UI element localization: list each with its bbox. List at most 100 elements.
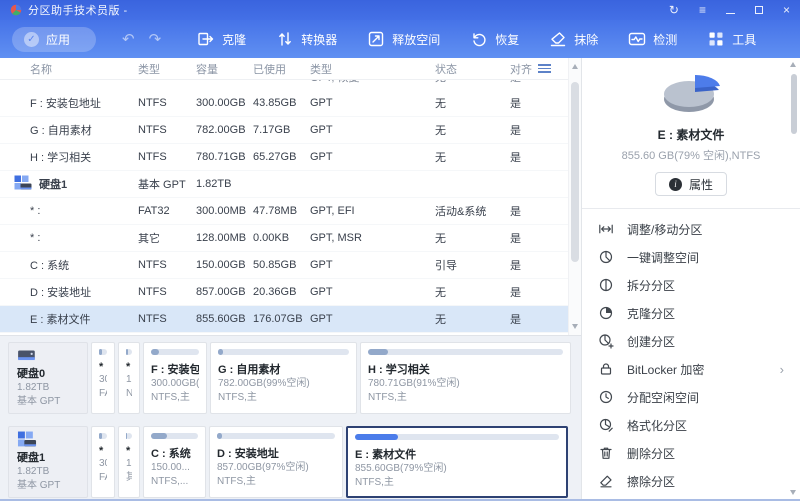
usage-bar-fill — [217, 433, 222, 439]
free-space-icon — [367, 30, 385, 48]
table-row[interactable]: * :NTFS16.00GB480.56MBGPT, 恢复无是 — [0, 80, 581, 90]
scroll-down-icon[interactable] — [572, 324, 578, 329]
column-header: 已使用 — [253, 61, 310, 77]
scroll-down-icon[interactable] — [790, 490, 796, 495]
properties-button[interactable]: i 属性 — [655, 172, 727, 196]
table-cell: 857.00GB — [196, 286, 253, 298]
menu-item[interactable]: BitLocker 加密 › — [582, 355, 800, 383]
panel-scrollbar[interactable] — [790, 60, 798, 497]
menu-item[interactable]: 一键调整空间 — [582, 243, 800, 271]
menu-item-label: 删除分区 — [627, 445, 675, 462]
toolbar-button[interactable]: 抹除 — [549, 30, 598, 48]
table-row[interactable]: * :其它128.00MB0.00KBGPT, MSR无是 — [0, 225, 581, 252]
toolbar-button[interactable]: 检测 — [628, 30, 677, 48]
right-panel: E : 素材文件 855.60 GB(79% 空闲),NTFS i 属性 调整/… — [582, 58, 800, 499]
scroll-thumb[interactable] — [791, 74, 797, 134]
toolbar-button[interactable]: 工具 — [707, 30, 756, 48]
scroll-up-icon[interactable] — [790, 62, 796, 67]
table-cell: 65.27GB — [253, 151, 310, 163]
cell-text: GPT — [310, 259, 333, 271]
menu-item-label: 创建分区 — [627, 333, 675, 350]
partition-fs: NTFS,主 — [218, 391, 349, 405]
table-scrollbar[interactable] — [568, 58, 581, 335]
list-view-icon[interactable] — [538, 64, 551, 75]
toolbar-button-label: 恢复 — [495, 31, 519, 48]
table-cell: GPT — [310, 97, 435, 109]
usage-bar-fill — [99, 349, 102, 355]
partition-block[interactable]: * :128...其... — [118, 426, 140, 498]
partition-block[interactable]: E : 素材文件855.60GB(79%空闲)NTFS,主 — [346, 426, 568, 498]
table-cell: 43.85GB — [253, 97, 310, 109]
partition-block[interactable]: * :300...FAT... — [91, 426, 115, 498]
table-row[interactable]: D : 安装地址NTFS857.00GB20.36GBGPT无是 — [0, 279, 581, 306]
table-row[interactable]: H : 学习相关NTFS780.71GB65.27GBGPT无是 — [0, 144, 581, 171]
scroll-up-icon[interactable] — [572, 64, 578, 69]
menu-item[interactable]: 创建分区 — [582, 327, 800, 355]
chevron-right-icon: › — [780, 362, 784, 377]
menu-item[interactable]: 拆分分区 — [582, 271, 800, 299]
partition-label: H : 学习相关 — [368, 361, 563, 377]
table-cell: 引导 — [435, 257, 510, 273]
partition-block[interactable]: F : 安装包地址300.00GB(85%..NTFS,主 — [143, 342, 207, 414]
table-cell: 150.00GB — [196, 259, 253, 271]
partition-assistant-window: 分区助手技术员版 - ↻ ≡ × ✓ 应用 ↶ ↷ 克隆转换器释放空间恢复抹除检… — [0, 0, 800, 501]
partition-block[interactable]: * :16...NTF... — [118, 342, 140, 414]
undo-icon[interactable]: ↶ — [122, 30, 135, 48]
cell-text: 无 — [435, 152, 446, 164]
menu-item[interactable]: 软件迁移功能 — [582, 495, 800, 501]
usage-bar — [217, 433, 335, 439]
menu-item-label: 调整/移动分区 — [627, 221, 702, 238]
maximize-icon[interactable] — [755, 4, 763, 16]
disk-card[interactable]: 硬盘11.82TB基本 GPT — [8, 426, 88, 498]
create-partition-icon — [598, 333, 614, 349]
table-cell: * : — [0, 232, 138, 244]
menu-item[interactable]: 格式化分区 — [582, 411, 800, 439]
redo-icon[interactable]: ↷ — [149, 30, 162, 48]
table-row[interactable]: * :FAT32300.00MB47.78MBGPT, EFI活动&系统是 — [0, 198, 581, 225]
toolbar-button[interactable]: 克隆 — [197, 30, 246, 48]
menu-item[interactable]: 删除分区 — [582, 439, 800, 467]
minimize-icon[interactable] — [726, 4, 735, 16]
partition-block[interactable]: C : 系统150.00...NTFS,... — [143, 426, 206, 498]
check-circle-icon: ✓ — [24, 32, 39, 47]
usage-bar — [126, 433, 132, 439]
table-row[interactable]: C : 系统NTFS150.00GB50.85GBGPT引导是 — [0, 252, 581, 279]
close-icon[interactable]: × — [783, 4, 790, 16]
cell-text: 20.36GB — [253, 286, 296, 298]
menu-item[interactable]: 擦除分区 — [582, 467, 800, 495]
table-cell: C : 系统 — [0, 257, 138, 273]
table-row[interactable]: 硬盘1基本 GPT1.82TB — [0, 171, 581, 198]
menu-item[interactable]: 调整/移动分区 — [582, 215, 800, 243]
table-cell: 无 — [435, 149, 510, 165]
table-row[interactable]: E : 素材文件NTFS855.60GB176.07GBGPT无是 — [0, 306, 581, 333]
scroll-thumb[interactable] — [571, 82, 579, 262]
menu-item-label: BitLocker 加密 — [627, 361, 704, 378]
menu-icon[interactable]: ≡ — [699, 4, 706, 16]
partition-block[interactable]: D : 安装地址857.00GB(97%空闲)NTFS,主 — [209, 426, 343, 498]
partition-table: 名称类型容量已使用类型状态对齐 * :NTFS16.00GB480.56MBGP… — [0, 58, 581, 335]
table-cell: 20.36GB — [253, 286, 310, 298]
table-row[interactable]: G : 自用素材NTFS782.00GB7.17GBGPT无是 — [0, 117, 581, 144]
cell-text: GPT — [310, 286, 333, 298]
cell-text: NTFS — [138, 97, 167, 109]
usage-bar-fill — [151, 349, 159, 355]
partition-block[interactable]: H : 学习相关780.71GB(91%空闲)NTFS,主 — [360, 342, 571, 414]
table-cell: GPT — [310, 124, 435, 136]
partition-size: 780.71GB(91%空闲) — [368, 377, 563, 391]
partition-block[interactable]: G : 自用素材782.00GB(99%空闲)NTFS,主 — [210, 342, 357, 414]
toolbar-button[interactable]: 释放空间 — [367, 30, 440, 48]
menu-item[interactable]: 克隆分区 — [582, 299, 800, 327]
toolbar-button[interactable]: 恢复 — [470, 30, 519, 48]
partition-block[interactable]: * :300...FAT... — [91, 342, 115, 414]
usage-bar-fill — [126, 433, 127, 439]
toolbar-button[interactable]: 转换器 — [276, 30, 337, 48]
cell-text: GPT — [310, 313, 333, 325]
disk-card[interactable]: 硬盘01.82TB基本 GPT — [8, 342, 88, 414]
apply-button[interactable]: ✓ 应用 — [12, 27, 96, 52]
cell-text: NTFS — [138, 313, 167, 325]
menu-item[interactable]: 分配空闲空间 — [582, 383, 800, 411]
table-row[interactable]: F : 安装包地址NTFS300.00GB43.85GBGPT无是 — [0, 90, 581, 117]
table-cell: NTFS — [138, 80, 196, 83]
refresh-icon[interactable]: ↻ — [669, 4, 679, 16]
partition-fs: NTF... — [126, 387, 132, 401]
